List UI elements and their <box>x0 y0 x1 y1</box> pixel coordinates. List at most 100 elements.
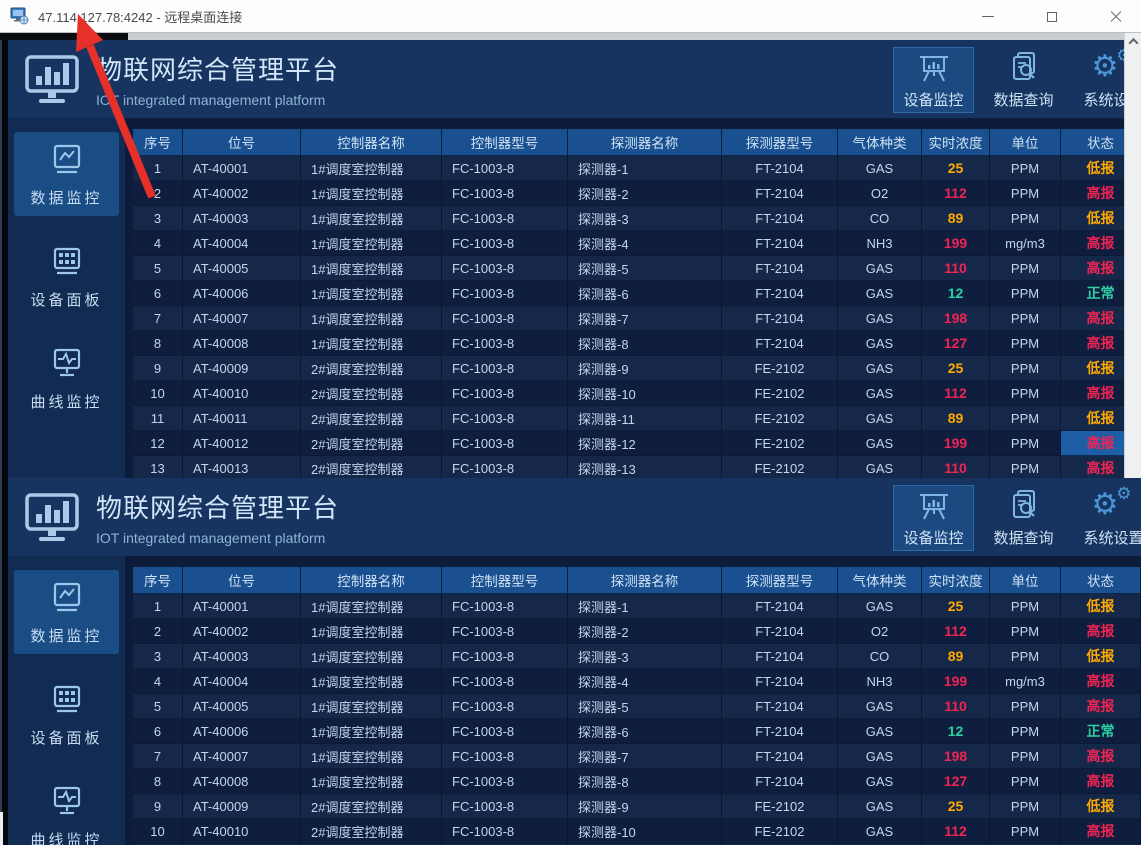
platform-title: 物联网综合管理平台 <box>96 488 339 525</box>
sidebar-item-label: 数据监控 <box>30 625 102 646</box>
cell-gas: GAS <box>838 281 922 306</box>
table-row[interactable]: 13AT-400132#调度室控制器FC-1003-8探测器-13FE-2102… <box>133 456 1141 478</box>
nav-label: 设备监控 <box>903 527 963 548</box>
cell-controller_model: FC-1003-8 <box>442 306 568 331</box>
table-row[interactable]: 5AT-400051#调度室控制器FC-1003-8探测器-5FT-2104GA… <box>133 256 1141 281</box>
sidebar-item-curve-monitor[interactable]: 曲线监控 <box>14 336 119 420</box>
cell-controller: 1#调度室控制器 <box>301 644 442 669</box>
column-header-gas: 气体种类 <box>838 129 922 156</box>
cell-detector: 探测器-5 <box>568 256 722 281</box>
cell-controller: 1#调度室控制器 <box>301 694 442 719</box>
sidebar-item-data-monitor[interactable]: 数据监控 <box>14 132 119 216</box>
table-row[interactable]: 10AT-400102#调度室控制器FC-1003-8探测器-10FE-2102… <box>133 381 1141 406</box>
cell-gas: GAS <box>838 306 922 331</box>
table-row[interactable]: 8AT-400081#调度室控制器FC-1003-8探测器-8FT-2104GA… <box>133 769 1141 794</box>
nav-data-query[interactable]: 数据查询 <box>983 485 1064 551</box>
cell-detector: 探测器-10 <box>568 819 722 844</box>
rdp-app-icon <box>10 7 30 25</box>
scrollbar-up-button[interactable] <box>1125 33 1141 50</box>
nav-system-settings[interactable]: ⚙ ⚙ 系统设置 <box>1073 485 1141 551</box>
cell-gas: GAS <box>838 256 922 281</box>
column-header-detector_model: 探测器型号 <box>722 567 838 594</box>
device-panel-icon <box>46 243 88 283</box>
table-row[interactable]: 1AT-400011#调度室控制器FC-1003-8探测器-1FT-2104GA… <box>133 156 1141 181</box>
app-body: 数据监控 设备面板 <box>8 556 1141 845</box>
column-header-gas: 气体种类 <box>838 567 922 594</box>
cell-unit: mg/m3 <box>990 231 1061 256</box>
minimize-button[interactable] <box>977 6 999 28</box>
nav-device-monitor[interactable]: 设备监控 <box>893 47 974 113</box>
vertical-scrollbar[interactable] <box>1124 33 1141 478</box>
cell-status: 高报 <box>1061 744 1141 769</box>
cell-controller_model: FC-1003-8 <box>442 669 568 694</box>
cell-controller_model: FC-1003-8 <box>442 744 568 769</box>
cell-gas: O2 <box>838 181 922 206</box>
sidebar-item-device-panel[interactable]: 设备面板 <box>14 234 119 318</box>
cell-controller: 1#调度室控制器 <box>301 331 442 356</box>
table-row[interactable]: 2AT-400021#调度室控制器FC-1003-8探测器-2FT-2104O2… <box>133 181 1141 206</box>
sidebar-item-data-monitor[interactable]: 数据监控 <box>14 570 119 654</box>
table-row[interactable]: 3AT-400031#调度室控制器FC-1003-8探测器-3FT-2104CO… <box>133 206 1141 231</box>
table-row[interactable]: 12AT-400122#调度室控制器FC-1003-8探测器-12FE-2102… <box>133 431 1141 456</box>
cell-no: 4 <box>133 231 183 256</box>
app-view-bottom: 物联网综合管理平台 IOT integrated management plat… <box>0 478 1141 845</box>
curve-monitor-icon <box>46 783 88 823</box>
cell-status: 高报 <box>1061 769 1141 794</box>
table-row[interactable]: 5AT-400051#调度室控制器FC-1003-8探测器-5FT-2104GA… <box>133 694 1141 719</box>
nav-device-monitor[interactable]: 设备监控 <box>893 485 974 551</box>
cell-value: 110 <box>922 456 990 478</box>
cell-unit: PPM <box>990 769 1061 794</box>
cell-detector: 探测器-4 <box>568 231 722 256</box>
column-header-detector_model: 探测器型号 <box>722 129 838 156</box>
cell-controller: 1#调度室控制器 <box>301 256 442 281</box>
cell-controller: 1#调度室控制器 <box>301 719 442 744</box>
cell-detector: 探测器-9 <box>568 794 722 819</box>
cell-value: 112 <box>922 819 990 844</box>
table-row[interactable]: 4AT-400041#调度室控制器FC-1003-8探测器-4FT-2104NH… <box>133 231 1141 256</box>
close-button[interactable] <box>1105 6 1127 28</box>
cell-tag: AT-40007 <box>183 306 301 331</box>
table-row[interactable]: 9AT-400092#调度室控制器FC-1003-8探测器-9FE-2102GA… <box>133 794 1141 819</box>
column-header-detector: 探测器名称 <box>568 567 722 594</box>
table-row[interactable]: 6AT-400061#调度室控制器FC-1003-8探测器-6FT-2104GA… <box>133 719 1141 744</box>
monitor-table: 序号位号控制器名称控制器型号探测器名称探测器型号气体种类实时浓度单位状态1AT-… <box>133 129 1141 478</box>
cell-value: 25 <box>922 594 990 619</box>
sidebar-item-label: 设备面板 <box>30 727 102 748</box>
gear-icon: ⚙ ⚙ <box>1094 488 1134 524</box>
table-row[interactable]: 1AT-400011#调度室控制器FC-1003-8探测器-1FT-2104GA… <box>133 594 1141 619</box>
cell-controller_model: FC-1003-8 <box>442 594 568 619</box>
table-row[interactable]: 8AT-400081#调度室控制器FC-1003-8探测器-8FT-2104GA… <box>133 331 1141 356</box>
cell-gas: GAS <box>838 694 922 719</box>
table-row[interactable]: 11AT-400112#调度室控制器FC-1003-8探测器-11FE-2102… <box>133 406 1141 431</box>
cell-status: 高报 <box>1061 669 1141 694</box>
cell-controller: 1#调度室控制器 <box>301 281 442 306</box>
table-row[interactable]: 9AT-400092#调度室控制器FC-1003-8探测器-9FE-2102GA… <box>133 356 1141 381</box>
table-row[interactable]: 7AT-400071#调度室控制器FC-1003-8探测器-7FT-2104GA… <box>133 306 1141 331</box>
sidebar-item-device-panel[interactable]: 设备面板 <box>14 672 119 756</box>
rdp-titlebar[interactable]: 47.114.127.78:4242 - 远程桌面连接 <box>0 0 1141 33</box>
column-header-value: 实时浓度 <box>922 567 990 594</box>
cell-no: 7 <box>133 744 183 769</box>
cell-detector: 探测器-7 <box>568 744 722 769</box>
maximize-button[interactable] <box>1041 6 1063 28</box>
cell-no: 10 <box>133 819 183 844</box>
cell-gas: GAS <box>838 356 922 381</box>
cell-unit: PPM <box>990 206 1061 231</box>
sidebar-item-label: 数据监控 <box>30 187 102 208</box>
cell-gas: GAS <box>838 406 922 431</box>
table-row[interactable]: 10AT-400102#调度室控制器FC-1003-8探测器-10FE-2102… <box>133 819 1141 844</box>
column-header-value: 实时浓度 <box>922 129 990 156</box>
cell-controller_model: FC-1003-8 <box>442 181 568 206</box>
table-row[interactable]: 2AT-400021#调度室控制器FC-1003-8探测器-2FT-2104O2… <box>133 619 1141 644</box>
table-row[interactable]: 6AT-400061#调度室控制器FC-1003-8探测器-6FT-2104GA… <box>133 281 1141 306</box>
cell-tag: AT-40005 <box>183 256 301 281</box>
cell-gas: GAS <box>838 381 922 406</box>
table-row[interactable]: 7AT-400071#调度室控制器FC-1003-8探测器-7FT-2104GA… <box>133 744 1141 769</box>
cell-no: 8 <box>133 331 183 356</box>
cell-detector: 探测器-11 <box>568 406 722 431</box>
sidebar-item-curve-monitor[interactable]: 曲线监控 <box>14 774 119 845</box>
nav-data-query[interactable]: 数据查询 <box>983 47 1064 113</box>
table-row[interactable]: 3AT-400031#调度室控制器FC-1003-8探测器-3FT-2104CO… <box>133 644 1141 669</box>
cell-controller: 1#调度室控制器 <box>301 744 442 769</box>
table-row[interactable]: 4AT-400041#调度室控制器FC-1003-8探测器-4FT-2104NH… <box>133 669 1141 694</box>
